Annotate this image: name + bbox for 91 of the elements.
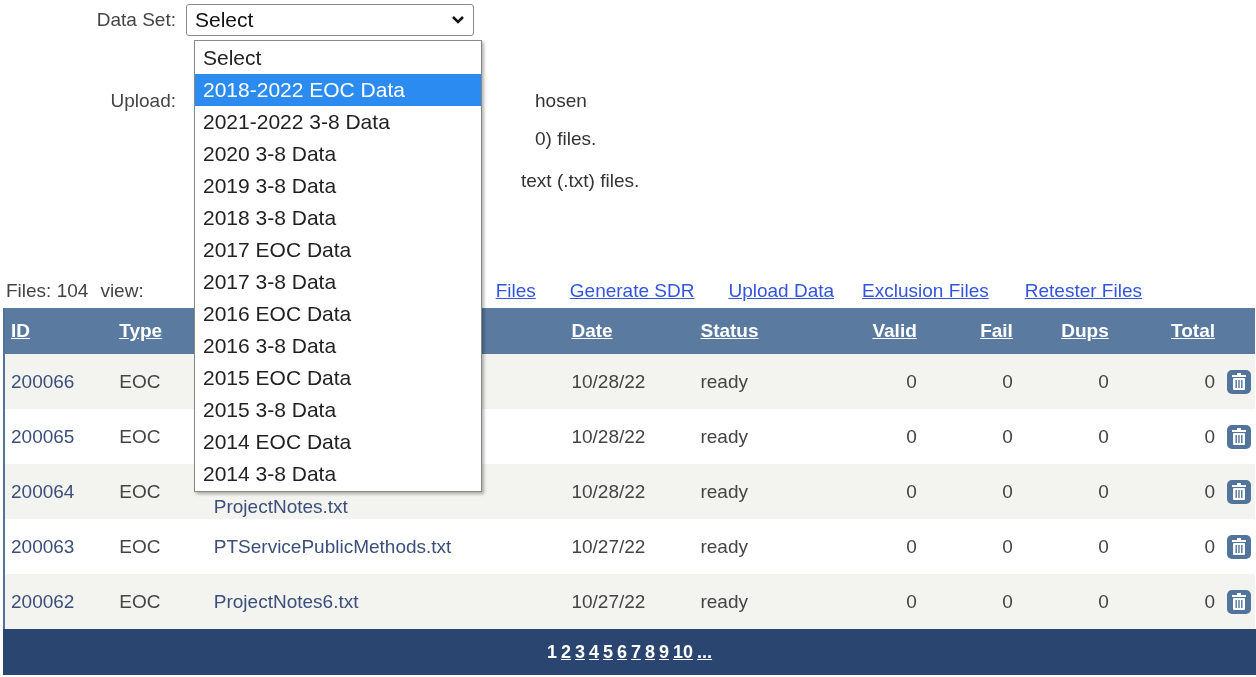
file-count: Files: 104	[6, 280, 89, 302]
table-cell: 0	[1204, 370, 1215, 392]
table-cell: EOC	[119, 590, 161, 612]
table-cell: ready	[700, 370, 748, 392]
nav-link[interactable]: Upload Data	[728, 280, 835, 302]
file-status: hosen	[535, 90, 587, 112]
dropdown-option[interactable]: 2017 3-8 Data	[195, 266, 481, 298]
column-header[interactable]: Date	[571, 320, 613, 341]
nav-link[interactable]: Exclusion Files	[862, 280, 989, 302]
table-cell: 0	[1204, 425, 1215, 447]
table-cell: ready	[700, 480, 748, 502]
page-link[interactable]: 9	[659, 641, 670, 663]
nav-link[interactable]: Files	[495, 280, 536, 302]
table-cell: 200065	[11, 425, 75, 447]
caret-icon	[451, 15, 465, 25]
table-cell: 0	[906, 370, 917, 392]
table-cell: 0	[1002, 370, 1013, 392]
trash-icon[interactable]	[1227, 423, 1251, 450]
table-cell: 10/28/22	[571, 370, 646, 392]
table-cell: 0	[1002, 535, 1013, 557]
file-name: PTServicePublicMethods.txt	[213, 535, 452, 557]
page-link[interactable]: 2	[560, 641, 571, 663]
dropdown-option[interactable]: 2015 3-8 Data	[195, 394, 481, 426]
dropdown-option[interactable]: 2014 EOC Data	[195, 426, 481, 458]
table-cell: 0	[1002, 425, 1013, 447]
dropdown-option[interactable]: 2021-2022 3-8 Data	[195, 106, 481, 138]
page-link[interactable]: 10	[673, 641, 694, 663]
column-header[interactable]: ID	[11, 320, 30, 341]
page-link[interactable]: 7	[631, 641, 641, 663]
field-label: Data Set:	[95, 9, 176, 31]
table-cell: 200066	[11, 370, 75, 392]
trash-icon[interactable]	[1227, 478, 1251, 505]
table-cell: ready	[700, 535, 748, 557]
table-cell: 0	[1098, 480, 1109, 502]
trash-icon[interactable]	[1227, 588, 1251, 615]
table-cell: 200062	[11, 590, 75, 612]
page-link[interactable]: 8	[645, 641, 656, 663]
field-label: Upload:	[109, 90, 176, 112]
table-cell: 10/27/22	[571, 535, 646, 557]
table-cell: 200063	[11, 535, 75, 557]
view-label: view:	[100, 280, 144, 302]
page-link[interactable]: 5	[602, 641, 613, 663]
dropdown-option[interactable]: 2014 3-8 Data	[195, 458, 481, 490]
dropdown-option[interactable]: 2016 3-8 Data	[195, 330, 481, 362]
dropdown-option[interactable]: 2015 EOC Data	[195, 362, 481, 394]
table-cell: 0	[1002, 590, 1013, 612]
page-link[interactable]: 1	[546, 641, 557, 663]
table-cell: 0	[1098, 425, 1109, 447]
table-cell: 0	[1098, 535, 1109, 557]
page-link[interactable]: 3	[574, 641, 585, 663]
table-cell: ready	[700, 425, 748, 447]
dropdown-option[interactable]: 2017 EOC Data	[195, 234, 481, 266]
nav-link[interactable]: Retester Files	[1024, 280, 1142, 302]
dropdown-option[interactable]: 2020 3-8 Data	[195, 138, 481, 170]
help-text: text (.txt) files.	[521, 170, 640, 192]
table-cell: EOC	[119, 370, 161, 392]
table-cell: 0	[906, 425, 917, 447]
table-cell: EOC	[119, 480, 161, 502]
table-cell: 0	[906, 535, 917, 557]
table-cell: 0	[1204, 535, 1215, 557]
file-name: ProjectNotes.txt	[213, 495, 348, 517]
nav-link[interactable]: Generate SDR	[569, 280, 695, 302]
dropdown-option[interactable]: 2019 3-8 Data	[195, 170, 481, 202]
help-text: 0) files.	[535, 128, 597, 150]
column-header[interactable]: Valid	[872, 320, 917, 341]
page-link[interactable]: 4	[588, 641, 599, 663]
table-cell: ready	[700, 590, 748, 612]
column-header[interactable]: Fail	[980, 320, 1013, 341]
table-cell: 0	[1098, 590, 1109, 612]
column-header[interactable]: Total	[1171, 320, 1215, 341]
table-cell: 0	[906, 590, 917, 612]
table-cell: EOC	[119, 425, 161, 447]
table-cell: 10/27/22	[571, 590, 646, 612]
table-cell: 0	[1002, 480, 1013, 502]
file-name: ProjectNotes6.txt	[213, 590, 359, 612]
table-cell: 0	[1204, 590, 1215, 612]
dropdown-option[interactable]: 2018 3-8 Data	[195, 202, 481, 234]
table-cell: 0	[906, 480, 917, 502]
page-link[interactable]: 6	[617, 641, 627, 663]
page-link[interactable]: ...	[697, 641, 713, 663]
trash-icon[interactable]	[1227, 368, 1251, 395]
dropdown-option[interactable]: 2016 EOC Data	[195, 298, 481, 330]
table-cell: 200064	[11, 480, 75, 502]
table-cell: 10/28/22	[571, 425, 646, 447]
table-cell: 0	[1098, 370, 1109, 392]
table-cell: 10/28/22	[571, 480, 646, 502]
dropdown-option[interactable]: Select	[195, 42, 481, 74]
trash-icon[interactable]	[1227, 533, 1251, 560]
table-cell: 0	[1204, 480, 1215, 502]
data-set-select[interactable]: Select	[186, 4, 474, 36]
table-cell: EOC	[119, 535, 161, 557]
